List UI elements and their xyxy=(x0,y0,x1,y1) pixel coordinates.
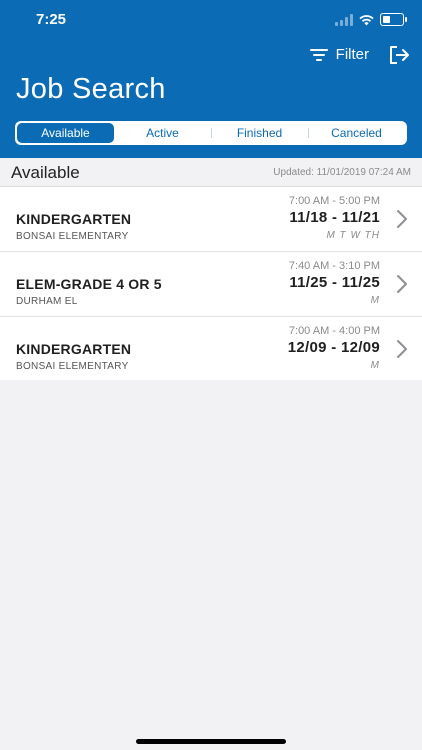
section-title: Available xyxy=(11,163,80,182)
tab-available[interactable]: Available xyxy=(17,123,114,143)
filter-icon xyxy=(309,48,328,61)
section-header: Available Updated: 11/01/2019 07:24 AM xyxy=(0,158,422,187)
chevron-right-icon xyxy=(397,210,407,228)
battery-icon xyxy=(380,13,407,26)
tab-canceled[interactable]: Canceled xyxy=(308,123,405,143)
job-title: KINDERGARTEN xyxy=(16,341,132,357)
school-name: BONSAI ELEMENTARY xyxy=(16,361,129,372)
job-row[interactable]: KINDERGARTEN BONSAI ELEMENTARY 7:00 AM -… xyxy=(0,187,422,252)
job-row[interactable]: ELEM-GRADE 4 OR 5 DURHAM EL 7:40 AM - 3:… xyxy=(0,252,422,317)
status-tabs: Available Active Finished Canceled xyxy=(15,121,407,145)
signal-icon xyxy=(335,13,353,26)
job-list: KINDERGARTEN BONSAI ELEMENTARY 7:00 AM -… xyxy=(0,187,422,380)
job-days: M xyxy=(370,360,380,371)
job-title: KINDERGARTEN xyxy=(16,211,132,227)
date-range: 11/18 - 11/21 xyxy=(289,209,380,226)
school-name: DURHAM EL xyxy=(16,296,78,307)
status-time: 7:25 xyxy=(36,11,67,28)
date-range: 11/25 - 11/25 xyxy=(289,274,380,291)
time-range: 7:00 AM - 5:00 PM xyxy=(288,195,380,207)
app-header: 7:25 Filter Job Search Available Active … xyxy=(0,0,422,158)
date-range: 12/09 - 12/09 xyxy=(287,339,380,356)
chevron-right-icon xyxy=(397,275,407,293)
filter-label: Filter xyxy=(335,46,369,63)
job-title: ELEM-GRADE 4 OR 5 xyxy=(16,276,162,292)
filter-button[interactable]: Filter xyxy=(309,46,369,63)
time-range: 7:00 AM - 4:00 PM xyxy=(288,325,380,337)
tab-finished[interactable]: Finished xyxy=(211,123,308,143)
tab-active[interactable]: Active xyxy=(114,123,211,143)
school-name: BONSAI ELEMENTARY xyxy=(16,231,129,242)
home-indicator xyxy=(136,739,286,744)
chevron-right-icon xyxy=(397,340,407,358)
wifi-icon xyxy=(359,14,374,25)
job-days: M T W TH xyxy=(326,230,380,241)
job-days: M xyxy=(370,295,380,306)
logout-icon[interactable] xyxy=(388,44,410,66)
page-title: Job Search xyxy=(16,73,166,105)
time-range: 7:40 AM - 3:10 PM xyxy=(288,260,380,272)
status-icons xyxy=(335,13,407,26)
job-row[interactable]: KINDERGARTEN BONSAI ELEMENTARY 7:00 AM -… xyxy=(0,317,422,380)
updated-timestamp: Updated: 11/01/2019 07:24 AM xyxy=(273,167,411,178)
